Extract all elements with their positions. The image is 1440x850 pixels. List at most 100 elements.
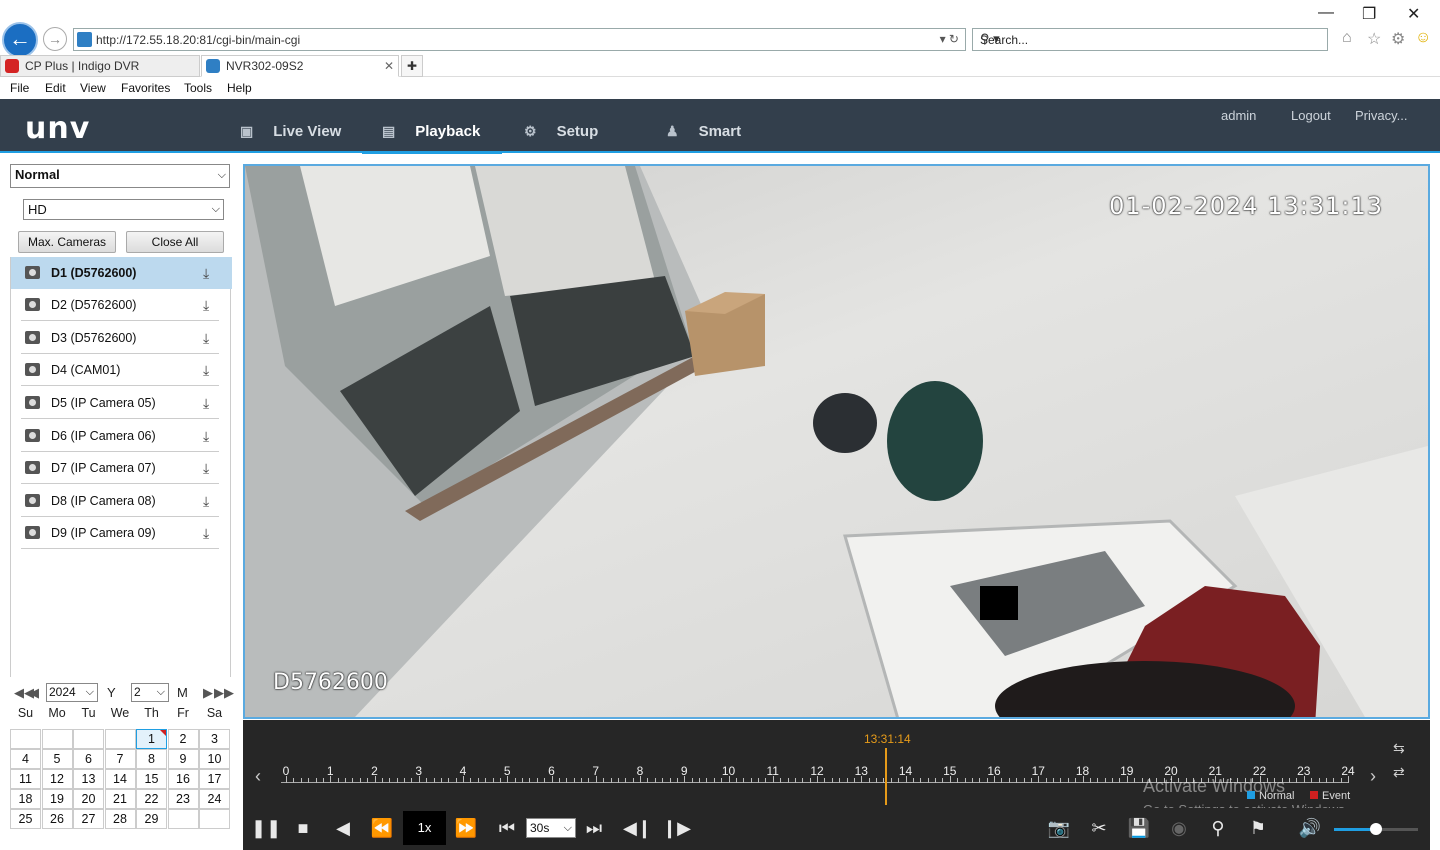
calendar-day[interactable]: 21 (104, 789, 136, 809)
calendar-day[interactable]: 26 (41, 809, 73, 829)
download-icon[interactable]: ⤓ (203, 525, 209, 542)
camera-item-d3[interactable]: D3 (D5762600) ⤓ (11, 322, 232, 354)
menu-tools[interactable]: Tools (184, 81, 212, 95)
calendar-day[interactable]: 1 (136, 729, 167, 749)
calendar-day[interactable]: 17 (199, 769, 230, 789)
slow-down-icon[interactable]: ⏪ (369, 818, 395, 839)
tab-cp-plus[interactable]: CP Plus | Indigo DVR (0, 55, 200, 77)
refresh-icon[interactable]: ▾ ↻ (940, 32, 959, 46)
calendar-day[interactable]: 7 (104, 749, 136, 769)
smiley-feedback-icon[interactable]: ☺ (1415, 29, 1431, 47)
back-arrow-icon[interactable]: ← (2, 22, 38, 58)
favorites-star-icon[interactable]: ☆ (1367, 29, 1381, 49)
forward-arrow-icon[interactable]: → (43, 27, 67, 51)
calendar-day[interactable]: 29 (136, 809, 167, 829)
timeline-zoom-in-icon[interactable]: ⇄ (1393, 764, 1405, 781)
calendar-day[interactable]: 2 (167, 729, 199, 749)
camera-item-d6[interactable]: D6 (IP Camera 06) ⤓ (11, 420, 232, 452)
download-icon[interactable]: ⤓ (203, 265, 209, 282)
nav-playback[interactable]: ▤ Playback (362, 99, 502, 154)
prev-frame-icon[interactable]: ◀❙ (623, 818, 652, 839)
camera-item-d9[interactable]: D9 (IP Camera 09) ⤓ (11, 517, 232, 549)
month-select[interactable]: 2 ⌵ (131, 683, 169, 702)
download-icon[interactable]: ⤓ (203, 428, 209, 445)
calendar-day[interactable]: 11 (10, 769, 41, 789)
new-tab-icon[interactable]: ✚ (401, 55, 423, 77)
calendar-day[interactable]: 5 (41, 749, 73, 769)
camera-item-d4[interactable]: D4 (CAM01) ⤓ (11, 354, 232, 386)
playback-mode-select[interactable]: Normal ⌵ (10, 164, 230, 188)
download-icon[interactable]: ⤓ (203, 493, 209, 510)
skip-forward-icon[interactable]: ⏭ (581, 818, 607, 839)
timeline-cursor[interactable] (885, 748, 887, 805)
nav-setup[interactable]: ⚙ Setup (524, 99, 624, 151)
camera-item-d2[interactable]: D2 (D5762600) ⤓ (11, 289, 232, 321)
calendar-day[interactable]: 20 (73, 789, 104, 809)
next-month-icon[interactable]: ▶ (203, 685, 213, 701)
volume-slider[interactable] (1334, 823, 1418, 835)
stream-select[interactable]: HD ⌵ (23, 199, 224, 220)
next-frame-icon[interactable]: ❙▶ (662, 818, 691, 839)
speed-up-icon[interactable]: ⏩ (453, 818, 479, 839)
calendar-day[interactable]: 14 (104, 769, 136, 789)
tab-nvr[interactable]: NVR302-09S2 ✕ (201, 55, 399, 77)
timeline-prev-icon[interactable]: ‹ (255, 766, 261, 787)
calendar-day[interactable]: 19 (41, 789, 73, 809)
volume-speaker-icon[interactable]: 🔊 (1297, 818, 1323, 839)
calendar-day[interactable]: 27 (73, 809, 104, 829)
calendar-day[interactable]: 13 (73, 769, 104, 789)
calendar-day[interactable]: 16 (167, 769, 199, 789)
download-icon[interactable]: ⤓ (203, 362, 209, 379)
nav-live-view[interactable]: ▣ Live View (240, 99, 358, 151)
close-all-button[interactable]: Close All (126, 231, 224, 253)
calendar-day[interactable]: 18 (10, 789, 41, 809)
download-icon[interactable]: ⤓ (203, 330, 209, 347)
menu-favorites[interactable]: Favorites (121, 81, 170, 95)
privacy-link[interactable]: Privacy... (1355, 108, 1408, 123)
settings-gear-icon[interactable]: ⚙ (1391, 29, 1405, 49)
timeline-next-icon[interactable]: › (1370, 766, 1376, 787)
download-icon[interactable]: ⤓ (203, 297, 209, 314)
calendar-day[interactable]: 23 (167, 789, 199, 809)
calendar-day[interactable]: 9 (167, 749, 199, 769)
calendar-day[interactable]: 4 (10, 749, 41, 769)
skip-interval-select[interactable]: 30s ⌵ (526, 818, 576, 838)
year-select[interactable]: 2024 ⌵ (46, 683, 98, 702)
search-icon[interactable]: ⚲ ▾ (980, 31, 1317, 47)
camera-item-d8[interactable]: D8 (IP Camera 08) ⤓ (11, 485, 232, 517)
clip-scissors-icon[interactable]: ✂ (1086, 818, 1112, 839)
browser-search-input[interactable]: Search... ⚲ ▾ (972, 28, 1328, 51)
menu-edit[interactable]: Edit (45, 81, 66, 95)
close-icon[interactable]: ✕ (1407, 4, 1420, 24)
zoom-magnifier-icon[interactable]: ⚲ (1205, 818, 1231, 839)
nav-smart[interactable]: ♟ Smart (666, 99, 766, 151)
menu-file[interactable]: File (10, 81, 29, 95)
calendar-day[interactable]: 8 (136, 749, 167, 769)
timeline-zoom-out-icon[interactable]: ⇆ (1393, 740, 1405, 757)
save-disk-icon[interactable]: 💾 (1126, 818, 1152, 839)
home-icon[interactable]: ⌂ (1342, 29, 1352, 47)
calendar-day[interactable]: 3 (199, 729, 230, 749)
calendar-day[interactable]: 12 (41, 769, 73, 789)
calendar-day[interactable]: 28 (104, 809, 136, 829)
camera-item-d5[interactable]: D5 (IP Camera 05) ⤓ (11, 387, 232, 419)
calendar-day[interactable]: 25 (10, 809, 41, 829)
user-link[interactable]: admin (1221, 108, 1256, 123)
tab-close-icon[interactable]: ✕ (384, 56, 394, 76)
max-cameras-button[interactable]: Max. Cameras (18, 231, 116, 253)
camera-item-d7[interactable]: D7 (IP Camera 07) ⤓ (11, 452, 232, 484)
tag-icon[interactable]: ⚑ (1245, 818, 1271, 839)
pause-icon[interactable]: ❚❚ (251, 818, 281, 839)
calendar-day[interactable]: 10 (199, 749, 230, 769)
stop-icon[interactable]: ■ (290, 818, 316, 839)
menu-help[interactable]: Help (227, 81, 252, 95)
volume-knob[interactable] (1370, 823, 1382, 835)
menu-view[interactable]: View (80, 81, 106, 95)
minimize-icon[interactable]: — (1318, 4, 1334, 22)
skip-back-icon[interactable]: ⏮ (494, 818, 520, 839)
calendar-day[interactable]: 15 (136, 769, 167, 789)
prev-month-icon[interactable]: ◀ (29, 685, 39, 701)
logout-link[interactable]: Logout (1291, 108, 1331, 123)
calendar-day[interactable]: 24 (199, 789, 230, 809)
reverse-play-icon[interactable]: ◀ (330, 818, 356, 839)
